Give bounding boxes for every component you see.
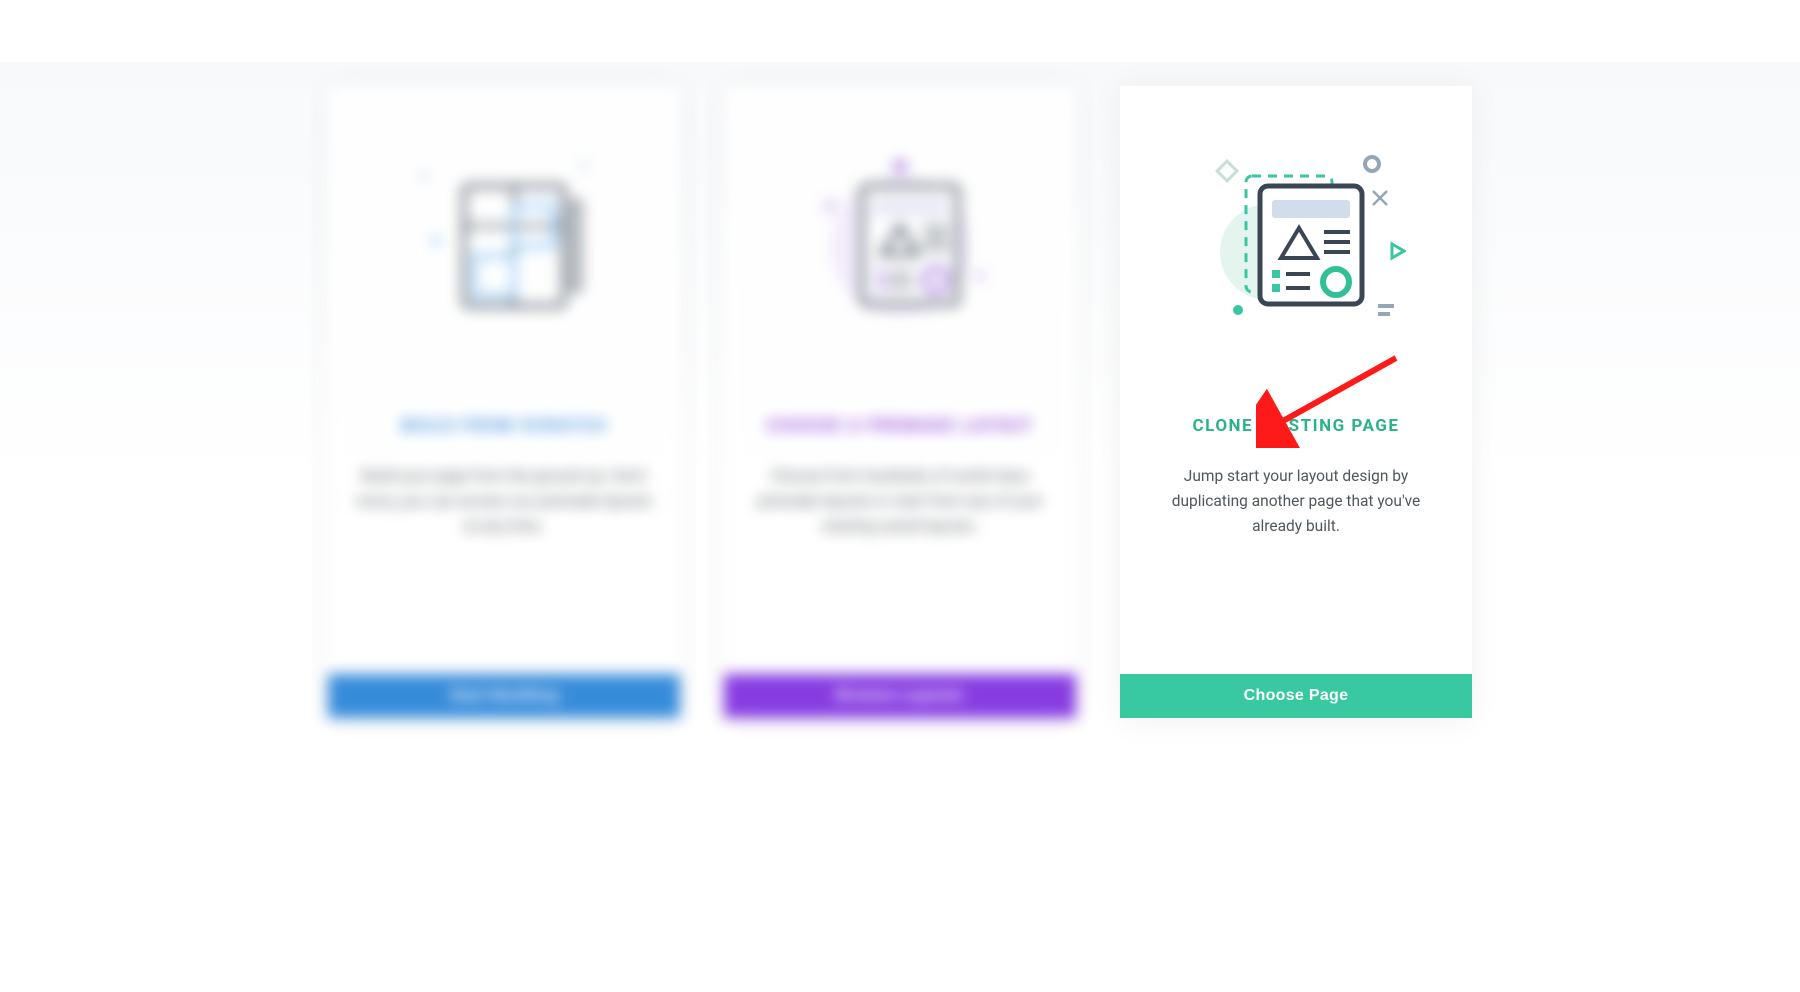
start-building-button[interactable]: Start Building [328,674,680,718]
clone-page-title: CLONE EXISTING PAGE [1193,416,1400,436]
clone-page-card[interactable]: CLONE EXISTING PAGE Jump start your layo… [1120,86,1472,718]
card-body: BUILD FROM SCRATCH Build your page from … [328,86,680,674]
premade-layout-description: Choose from hundreds of world-class prem… [752,464,1048,538]
clone-page-illustration [1186,146,1406,346]
card-body: CHOOSE A PREMADE LAYOUT Choose from hund… [724,86,1076,674]
choose-page-button[interactable]: Choose Page [1120,674,1472,718]
premade-layout-title: CHOOSE A PREMADE LAYOUT [766,416,1033,436]
build-scratch-illustration [394,146,614,346]
build-scratch-description: Build your page from the ground up. Don'… [356,464,652,538]
card-container: BUILD FROM SCRATCH Build your page from … [0,0,1800,718]
premade-layout-card[interactable]: CHOOSE A PREMADE LAYOUT Choose from hund… [724,86,1076,718]
premade-layout-illustration [790,146,1010,346]
card-body: CLONE EXISTING PAGE Jump start your layo… [1120,86,1472,674]
clone-page-description: Jump start your layout design by duplica… [1148,464,1444,538]
build-scratch-title: BUILD FROM SCRATCH [401,416,607,436]
build-scratch-card[interactable]: BUILD FROM SCRATCH Build your page from … [328,86,680,718]
browse-layouts-button[interactable]: Browse Layouts [724,674,1076,718]
